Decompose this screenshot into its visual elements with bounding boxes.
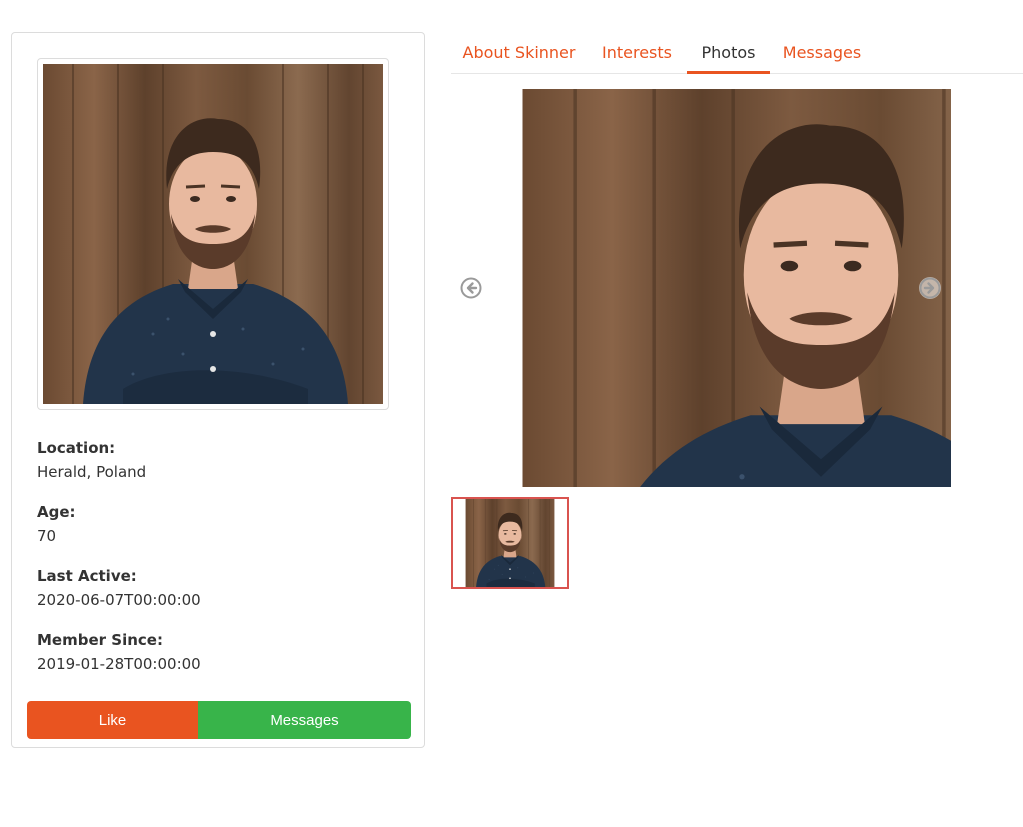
arrow-right-circle-icon: [919, 277, 941, 299]
like-button[interactable]: Like: [27, 701, 198, 739]
arrow-left-circle-icon: [460, 277, 482, 299]
age-value: 70: [37, 527, 57, 545]
tab-photos[interactable]: Photos: [687, 35, 770, 74]
location-value: Herald, Poland: [37, 463, 147, 481]
gallery-photo: [451, 89, 951, 487]
last-active-value: 2020-06-07T00:00:00: [37, 591, 201, 609]
member-since-label: Member Since:: [37, 631, 163, 649]
last-active-block: Last Active: 2020-06-07T00:00:00: [37, 564, 201, 612]
gallery-main-image: [451, 89, 951, 487]
tab-interests[interactable]: Interests: [587, 35, 687, 74]
location-label: Location:: [37, 439, 116, 457]
member-since-value: 2019-01-28T00:00:00: [37, 655, 201, 673]
last-active-label: Last Active:: [37, 567, 137, 585]
profile-card: Location: Herald, Poland Age: 70 Last Ac…: [11, 32, 425, 748]
gallery-next-button[interactable]: [919, 277, 941, 299]
profile-actions: Like Messages: [27, 701, 411, 739]
gallery-prev-button[interactable]: [460, 277, 482, 299]
messages-button[interactable]: Messages: [198, 701, 411, 739]
gallery-thumbnail[interactable]: [451, 497, 569, 589]
profile-tabs: About Skinner Interests Photos Messages: [451, 35, 1023, 74]
location-block: Location: Herald, Poland: [37, 436, 146, 484]
member-since-block: Member Since: 2019-01-28T00:00:00: [37, 628, 201, 676]
profile-photo-frame: [37, 58, 389, 410]
thumbnail-photo: [453, 499, 567, 587]
tab-about[interactable]: About Skinner: [451, 35, 587, 74]
age-block: Age: 70: [37, 500, 76, 548]
age-label: Age:: [37, 503, 76, 521]
tab-messages[interactable]: Messages: [770, 35, 874, 74]
member-detail-page: Location: Herald, Poland Age: 70 Last Ac…: [0, 0, 1023, 827]
profile-photo: [43, 64, 383, 404]
